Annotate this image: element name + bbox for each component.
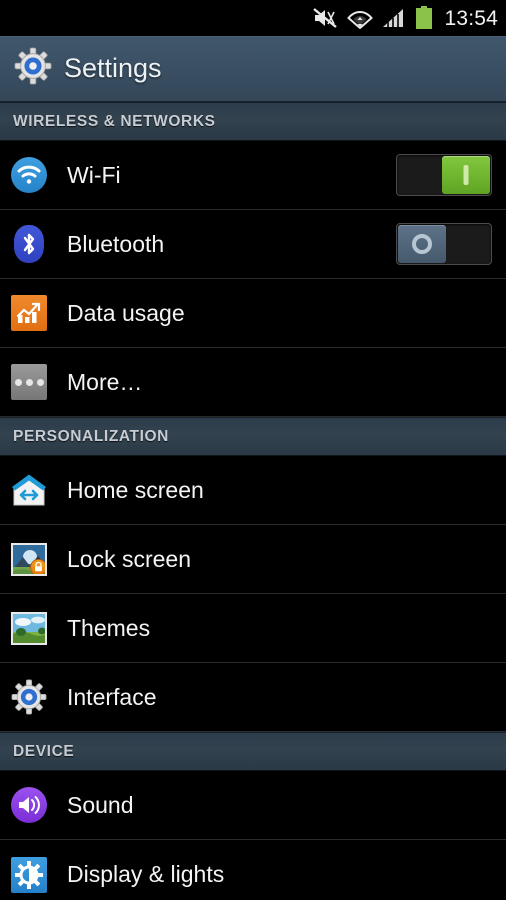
settings-row-wifi[interactable]: Wi-Fi <box>0 141 506 210</box>
settings-row-data-usage[interactable]: Data usage <box>0 279 506 348</box>
settings-row-sound[interactable]: Sound <box>0 771 506 840</box>
settings-row-label: More… <box>67 368 143 395</box>
settings-row-label: Themes <box>67 614 151 641</box>
section-header-label: DEVICE <box>13 742 75 760</box>
section-header-label: PERSONALIZATION <box>13 427 169 445</box>
settings-gear-icon <box>14 47 52 90</box>
settings-row-label: Home screen <box>67 476 204 503</box>
bluetooth-icon <box>9 224 49 264</box>
bluetooth-toggle[interactable] <box>396 223 492 265</box>
cellular-signal-icon <box>382 7 406 29</box>
settings-row-label: Bluetooth <box>67 230 165 257</box>
toggle-thumb <box>442 156 490 194</box>
settings-row-bluetooth[interactable]: Bluetooth <box>0 210 506 279</box>
settings-row-themes[interactable]: Themes <box>0 594 506 663</box>
section-header-label: WIRELESS & NETWORKS <box>13 112 216 130</box>
settings-row-more[interactable]: More… <box>0 348 506 417</box>
section-header-device: DEVICE <box>0 732 506 771</box>
lock-screen-icon <box>9 539 49 579</box>
settings-row-home-screen[interactable]: Home screen <box>0 456 506 525</box>
sound-icon <box>9 785 49 825</box>
themes-icon <box>9 608 49 648</box>
battery-icon <box>415 6 433 30</box>
settings-row-display-lights[interactable]: Display & lights <box>0 840 506 900</box>
wifi-icon <box>9 155 49 195</box>
settings-list: WIRELESS & NETWORKS Wi-Fi Bluetooth Data… <box>0 102 506 900</box>
mute-vibrate-icon <box>312 7 338 29</box>
display-icon <box>9 855 49 895</box>
action-bar: Settings <box>0 36 506 102</box>
toggle-thumb <box>398 225 446 263</box>
settings-row-lock-screen[interactable]: Lock screen <box>0 525 506 594</box>
settings-row-interface[interactable]: Interface <box>0 663 506 732</box>
settings-row-label: Display & lights <box>67 861 225 887</box>
settings-row-label: Sound <box>67 791 134 818</box>
page-title: Settings <box>64 53 162 83</box>
interface-gear-icon <box>9 677 49 717</box>
section-header-wireless: WIRELESS & NETWORKS <box>0 102 506 141</box>
settings-row-label: Wi-Fi <box>67 161 121 188</box>
wifi-toggle[interactable] <box>396 154 492 196</box>
wifi-signal-icon <box>347 7 374 29</box>
status-bar-clock: 13:54 <box>444 6 498 30</box>
settings-row-label: Data usage <box>67 299 185 326</box>
settings-row-label: Interface <box>67 683 157 710</box>
settings-screen: 13:54 Settings WIRELESS & NETWORKS Wi-Fi… <box>0 0 506 900</box>
status-bar: 13:54 <box>0 0 506 36</box>
section-header-personalization: PERSONALIZATION <box>0 417 506 456</box>
home-screen-icon <box>9 470 49 510</box>
more-icon <box>9 362 49 402</box>
data-usage-icon <box>9 293 49 333</box>
settings-row-label: Lock screen <box>67 545 192 572</box>
